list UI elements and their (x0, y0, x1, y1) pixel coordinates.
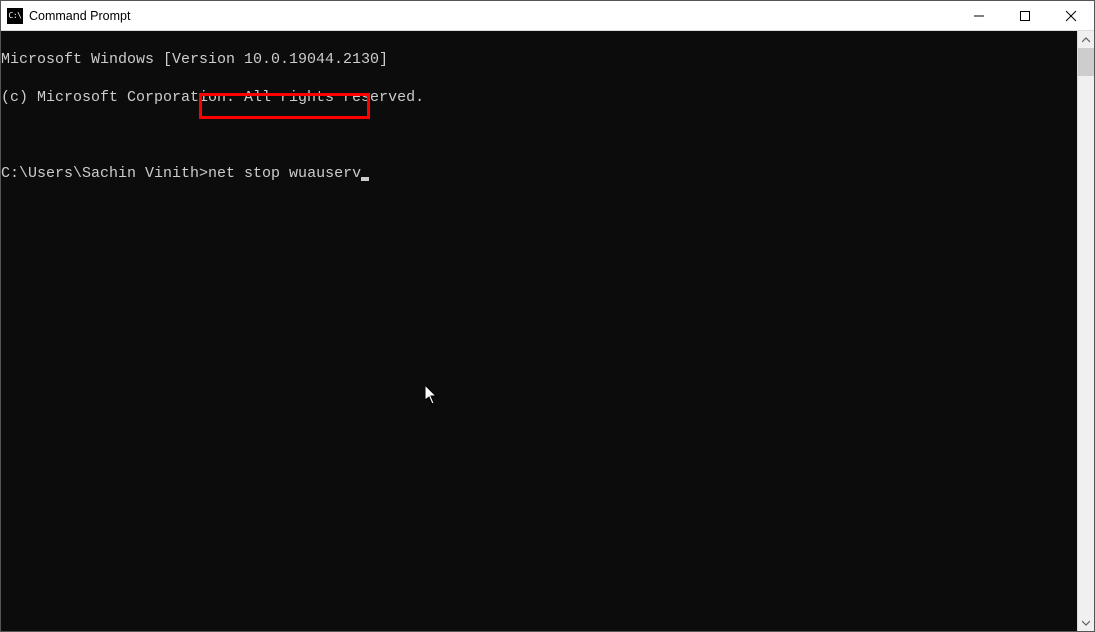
command-prompt-window: C:\ Command Prompt Microsoft Windows [Ve… (0, 0, 1095, 632)
maximize-button[interactable] (1002, 1, 1048, 31)
window-controls (956, 1, 1094, 30)
blank-line (1, 126, 1077, 145)
content-area: Microsoft Windows [Version 10.0.19044.21… (1, 31, 1094, 631)
chevron-down-icon (1082, 619, 1090, 627)
scroll-up-button[interactable] (1078, 31, 1094, 48)
titlebar[interactable]: C:\ Command Prompt (1, 1, 1094, 31)
window-title: Command Prompt (29, 9, 130, 23)
copyright-line: (c) Microsoft Corporation. All rights re… (1, 88, 1077, 107)
scroll-down-button[interactable] (1078, 614, 1094, 631)
typed-command: net stop wuauserv (208, 165, 361, 182)
terminal-output[interactable]: Microsoft Windows [Version 10.0.19044.21… (1, 31, 1077, 631)
close-icon (1065, 10, 1077, 22)
maximize-icon (1020, 11, 1030, 21)
app-icon: C:\ (7, 8, 23, 24)
version-line: Microsoft Windows [Version 10.0.19044.21… (1, 50, 1077, 69)
vertical-scrollbar[interactable] (1077, 31, 1094, 631)
minimize-button[interactable] (956, 1, 1002, 31)
scrollbar-thumb[interactable] (1078, 48, 1094, 76)
prompt-line: C:\Users\Sachin Vinith>net stop wuauserv (1, 164, 1077, 183)
text-cursor (361, 177, 369, 181)
close-button[interactable] (1048, 1, 1094, 31)
scrollbar-track[interactable] (1078, 48, 1094, 614)
minimize-icon (974, 11, 984, 21)
chevron-up-icon (1082, 36, 1090, 44)
prompt-path: C:\Users\Sachin Vinith> (1, 165, 208, 182)
mouse-cursor (353, 366, 439, 430)
